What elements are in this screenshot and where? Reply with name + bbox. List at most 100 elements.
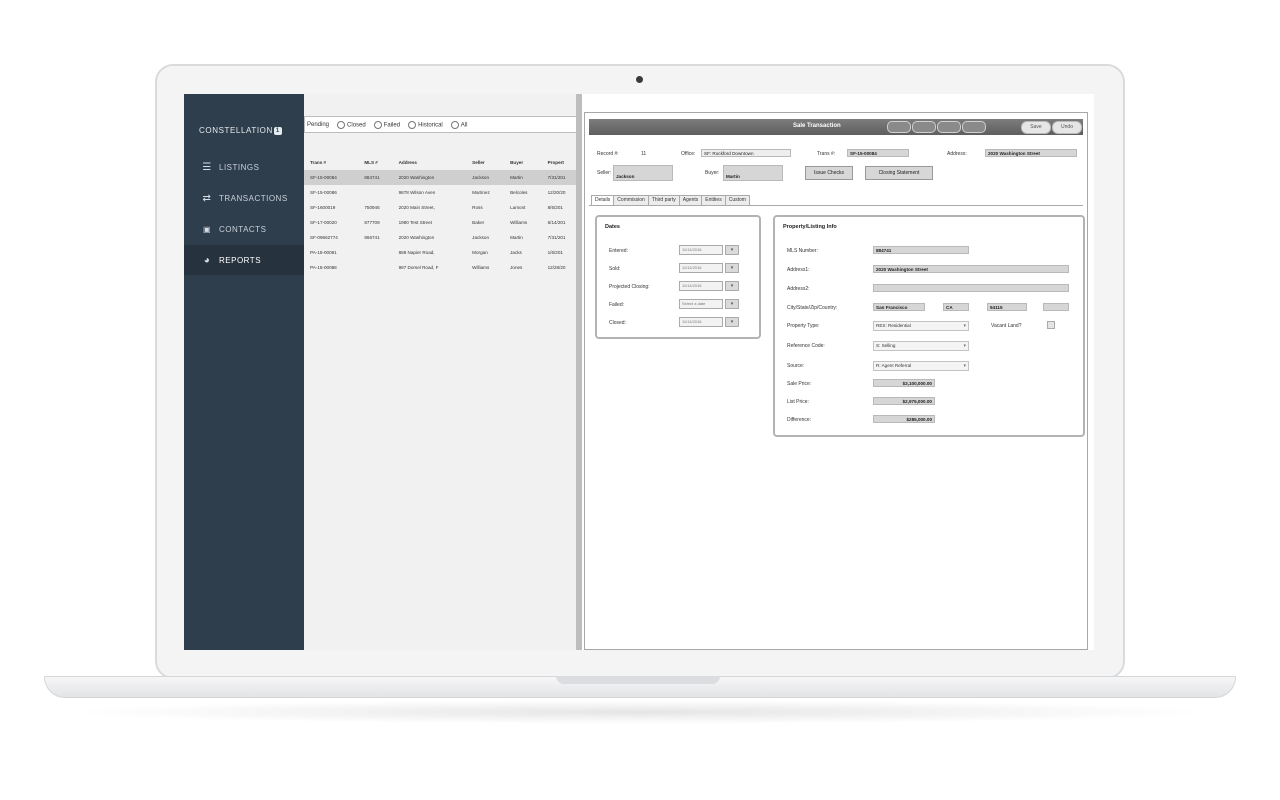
seller-label: Seller: [597,170,612,176]
transaction-list-pane: Pending Closed Failed Historical All Tra… [304,94,580,650]
contact-card-icon: ▣ [202,224,212,234]
calendar-icon[interactable]: ▾ [725,317,739,327]
trans-number-field[interactable]: SF-15-00084 [847,149,909,157]
mls-number-field[interactable]: 884741 [873,246,969,254]
mls-label: MLS Number: [787,248,818,254]
zip-field[interactable]: 94115 [987,303,1027,311]
source-label: Source: [787,363,805,369]
vacant-land-label: Vacant Land? [991,323,1022,329]
seller-field[interactable]: Jackson [613,165,673,181]
laptop-shadow [60,700,1220,724]
pane-splitter[interactable] [576,94,582,650]
table-row[interactable]: SF-15-00084 884741 2020 Washington Jackson M… [304,170,580,185]
property-type-select[interactable]: RES: Residential ▾ [873,321,969,331]
address-field[interactable]: 2020 Washington Street [985,149,1077,157]
city-field[interactable]: San Francisco [873,303,925,311]
difference-field[interactable]: $285,000.00 [873,415,935,423]
state-field[interactable]: CA [943,303,969,311]
chevron-down-icon: ▾ [963,323,966,329]
tab-details[interactable]: Details [591,195,615,205]
filter-closed[interactable]: Closed [337,120,366,129]
sidebar-item-listings[interactable]: ☰ LISTINGS [184,152,304,182]
tab-custom[interactable]: Custom [724,195,750,205]
closing-statement-button[interactable]: Closing Statement [865,166,933,180]
sidebar-item-contacts[interactable]: ▣ CONTACTS [184,214,304,244]
sold-date-input[interactable]: 11/11/2016 [679,263,723,273]
dates-title: Dates [605,224,620,230]
sidebar-item-transactions[interactable]: ⇄ TRANSACTIONS [184,183,304,213]
address1-field[interactable]: 2020 Washington Street [873,265,1069,273]
calendar-icon[interactable]: ▾ [725,263,739,273]
property-type-label: Property Type: [787,323,820,329]
tab-commission[interactable]: Commission [613,195,649,205]
radio-icon [408,120,417,129]
last-record-button[interactable] [962,121,986,133]
country-field[interactable] [1043,303,1069,311]
source-select[interactable]: R: Agent Referral ▾ [873,361,969,371]
undo-button[interactable]: Undo [1052,121,1082,134]
reference-code-select[interactable]: S: Selling ▾ [873,341,969,351]
sidebar-item-label: REPORTS [219,255,262,265]
detail-tabs: Details Commission Third party Agents En… [591,195,750,205]
failed-date-input[interactable]: Select a date [679,299,723,309]
column-header[interactable]: Address [393,154,467,170]
table-row[interactable]: PA-15-00081 888 Napier Road, Morgan Jacks 1/… [304,245,580,260]
save-button[interactable]: Save [1021,121,1051,134]
table-row[interactable]: SF-1600019 750946 2020 Main Street, Ross Lam… [304,200,580,215]
column-header[interactable]: MLS # [358,154,392,170]
calendar-icon[interactable]: ▾ [725,281,739,291]
swap-arrows-icon: ⇄ [202,192,212,204]
tab-agents[interactable]: Agents [678,195,703,205]
brand-logo[interactable]: CONSTELLATION 1 [199,126,282,135]
column-header[interactable]: Seller [466,154,504,170]
list-price-field[interactable]: $2,975,000.00 [873,397,935,405]
laptop-notch [556,676,720,684]
calendar-icon[interactable]: ▾ [725,299,739,309]
calendar-icon[interactable]: ▾ [725,245,739,255]
previous-record-button[interactable] [912,121,936,133]
buyer-label: Buyer: [705,170,720,176]
next-record-button[interactable] [937,121,961,133]
column-header[interactable]: Propert [542,154,580,170]
sidebar-item-label: LISTINGS [219,162,260,172]
address2-field[interactable] [873,284,1069,292]
issue-checks-button[interactable]: Issue Checks [805,166,853,180]
chevron-down-icon: ▾ [963,363,966,369]
closed-date-input[interactable]: 11/11/2016 [679,317,723,327]
filter-all[interactable]: All [450,120,467,129]
filter-pending[interactable]: Pending [307,122,329,128]
property-info-group: Property/Listing Info MLS Number: 884741… [773,215,1085,437]
filter-historical[interactable]: Historical [408,120,443,129]
column-header[interactable]: Buyer [504,154,542,170]
office-select[interactable]: SF: Rockford Downtown [701,149,791,157]
city-state-zip-label: City/State/Zip/Country: [787,305,838,311]
app-screen: CONSTELLATION 1 ☰ LISTINGS ⇄ TRANSACTIONS… [184,94,1094,650]
reference-code-label: Reference Code: [787,343,825,349]
navigation-buttons [887,121,986,133]
radio-icon [450,120,459,129]
transaction-table: Trans # MLS # Address Seller Buyer Prope… [304,154,580,275]
table-row[interactable]: SF-09662774 866741 2020 Washington Jackson M… [304,230,580,245]
table-row[interactable]: PA-15-00088 987 Dorsel Road, F Williams Jon… [304,260,580,275]
status-filter-bar: Pending Closed Failed Historical All [304,116,578,133]
tab-third-party[interactable]: Third party [647,195,680,205]
table-row[interactable]: SF-17-00020 877709 1980 Test Street Baker Wi… [304,215,580,230]
trans-label: Trans #: [817,151,836,157]
tab-entities[interactable]: Entities [701,195,726,205]
sale-transaction-panel: Sale Transaction Save Undo Record #: 11 … [584,112,1088,650]
column-header[interactable]: Trans # [304,154,358,170]
table-row[interactable]: SF-15-00086 9878 Wilson Aven Martinez Belco… [304,185,580,200]
entered-date-input[interactable]: 11/11/2016 [679,245,723,255]
buyer-field[interactable]: Martin [723,165,783,181]
sidebar-item-reports[interactable]: ◕ REPORTS [184,245,304,275]
first-record-button[interactable] [887,121,911,133]
filter-failed[interactable]: Failed [373,120,400,129]
sold-label: Sold: [609,266,621,272]
vacant-land-checkbox[interactable] [1047,321,1055,329]
entered-label: Entered: [609,248,628,254]
sale-price-field[interactable]: $3,100,000.00 [873,379,935,387]
radio-icon [337,120,346,129]
brand-badge: 1 [273,126,282,135]
radio-icon [373,120,382,129]
projected-closing-date-input[interactable]: 11/11/2016 [679,281,723,291]
